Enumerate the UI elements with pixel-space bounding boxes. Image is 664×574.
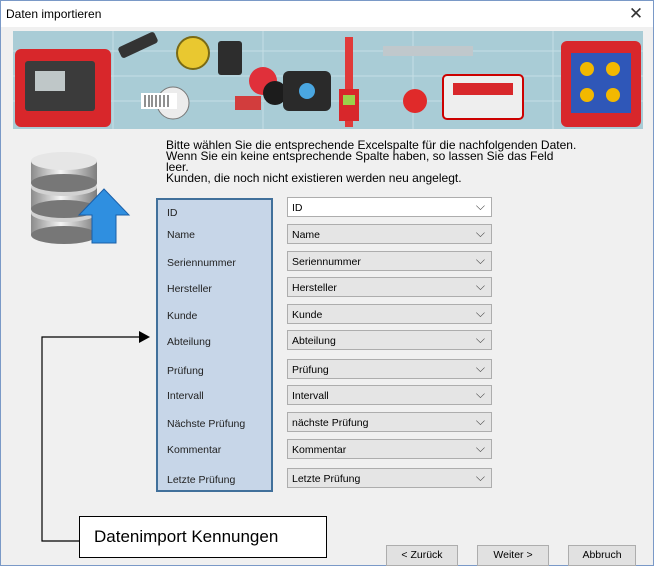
annotation-connector bbox=[41, 331, 150, 542]
annotation-callout: Datenimport Kennungen bbox=[79, 516, 327, 558]
callout-text: Datenimport Kennungen bbox=[94, 527, 279, 546]
